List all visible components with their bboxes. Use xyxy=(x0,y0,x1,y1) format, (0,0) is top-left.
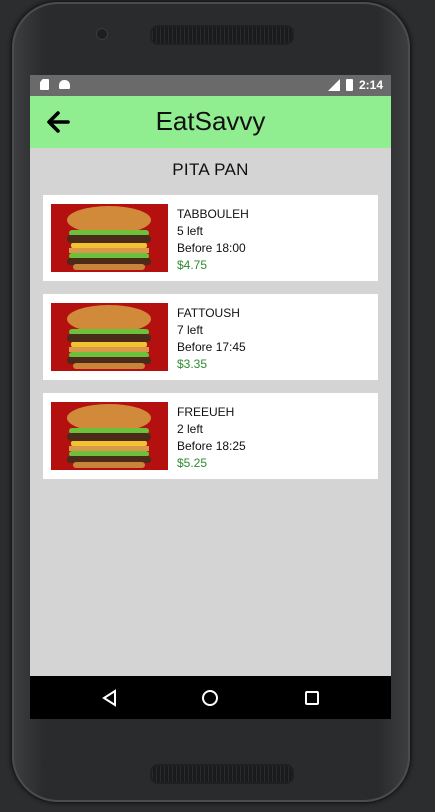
battery-icon xyxy=(345,79,353,91)
item-price: $3.35 xyxy=(177,357,208,371)
burger-image xyxy=(51,204,168,272)
home-circle-icon[interactable] xyxy=(200,688,220,708)
item-name: TABBOULEH xyxy=(177,207,249,221)
status-time: 2:14 xyxy=(358,78,383,92)
item-name: FATTOUSH xyxy=(177,306,240,320)
item-deadline: Before 17:45 xyxy=(177,340,246,354)
list-item[interactable]: FATTOUSH 7 left Before 17:45 $3.35 xyxy=(43,294,378,380)
item-quantity: 2 left xyxy=(177,422,204,436)
app-bar: EatSavvy xyxy=(30,96,391,148)
signal-icon xyxy=(327,79,340,91)
item-price: $5.25 xyxy=(177,456,208,470)
navigation-bar xyxy=(30,676,391,719)
sd-card-icon xyxy=(40,79,49,90)
back-triangle-icon[interactable] xyxy=(100,688,120,708)
item-deadline: Before 18:25 xyxy=(177,439,246,453)
item-price: $4.75 xyxy=(177,258,208,272)
item-name: FREEUEH xyxy=(177,405,235,419)
item-quantity: 7 left xyxy=(177,323,204,337)
front-camera xyxy=(96,28,108,40)
restaurant-name: PITA PAN xyxy=(172,160,249,179)
bottom-speaker xyxy=(150,764,294,784)
deal-list: TABBOULEH 5 left Before 18:00 $4.75 FATT… xyxy=(30,195,391,479)
item-deadline: Before 18:00 xyxy=(177,241,246,255)
burger-image xyxy=(51,402,168,470)
android-icon xyxy=(59,80,70,89)
status-bar: 2:14 xyxy=(30,75,391,96)
app-title: EatSavvy xyxy=(155,106,266,136)
item-quantity: 5 left xyxy=(177,224,204,238)
list-item[interactable]: FREEUEH 2 left Before 18:25 $5.25 xyxy=(43,393,378,479)
recents-square-icon[interactable] xyxy=(302,688,322,708)
screen: 2:14 EatSavvy PITA PAN TABBOULEH 5 left … xyxy=(30,75,391,719)
burger-image xyxy=(51,303,168,371)
list-item[interactable]: TABBOULEH 5 left Before 18:00 $4.75 xyxy=(43,195,378,281)
top-speaker xyxy=(150,25,294,45)
